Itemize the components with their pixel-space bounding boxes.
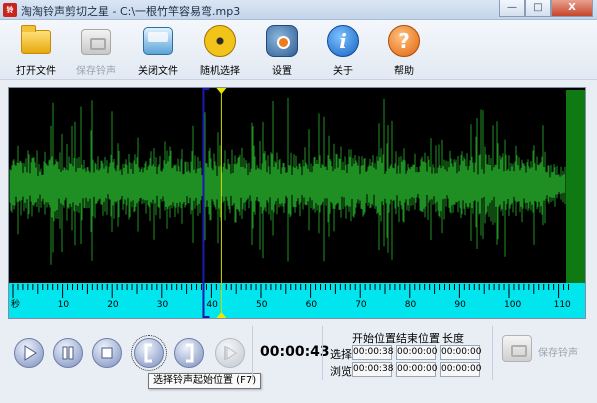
- close-file-button[interactable]: 关闭文件: [128, 24, 188, 77]
- ruler-label: 90: [454, 300, 466, 310]
- stop-button[interactable]: [92, 338, 122, 368]
- ruler-label: 100: [504, 300, 521, 310]
- set-end-button[interactable]: [174, 338, 204, 368]
- ruler-label: 20: [107, 300, 119, 310]
- play-selection-button[interactable]: [215, 338, 245, 368]
- end-position-header: 结束位置: [396, 332, 440, 345]
- app-logo-icon: 铃: [3, 3, 17, 17]
- maximize-button[interactable]: □: [525, 0, 551, 17]
- play-selection-icon: [224, 346, 237, 360]
- close-file-label: 关闭文件: [138, 66, 178, 77]
- waveform-display[interactable]: 秒 10 20 30 40 50 60 70 80 90 100 110: [9, 88, 585, 318]
- play-icon: [24, 345, 37, 361]
- browse-start-field[interactable]: 00:00:38: [352, 362, 393, 377]
- window-icon: [143, 27, 173, 55]
- help-button[interactable]: ? 帮助: [374, 24, 434, 77]
- save-ringtone-button[interactable]: 保存铃声: [500, 330, 590, 370]
- play-button[interactable]: [14, 338, 44, 368]
- save-ringtone-button-label: 保存铃声: [538, 348, 578, 359]
- folder-icon: [21, 25, 51, 54]
- minimize-button[interactable]: —: [499, 0, 525, 17]
- end-of-audio-block: [566, 90, 585, 283]
- about-button[interactable]: i 关于: [313, 24, 373, 77]
- ruler-label: 40: [206, 300, 218, 310]
- ruler-label: 60: [306, 300, 318, 310]
- radiation-icon: [204, 25, 236, 57]
- select-row-label: 选择: [330, 348, 352, 361]
- current-time-display: 00:00:43: [260, 344, 330, 360]
- ruler-label: 110: [554, 300, 571, 310]
- random-select-button[interactable]: 随机选择: [190, 24, 250, 77]
- phone-icon: [502, 335, 532, 362]
- info-icon: i: [327, 25, 359, 57]
- open-file-button[interactable]: 打开文件: [6, 24, 66, 77]
- ruler-unit-label: 秒: [11, 298, 20, 310]
- title-bar: 铃 淘淘铃声剪切之星 - C:\一根竹竿容易弯.mp3 — □ X: [0, 0, 597, 20]
- length-header: 长度: [442, 332, 464, 345]
- ruler-label: 50: [256, 300, 268, 310]
- pause-button[interactable]: [53, 338, 83, 368]
- settings-button[interactable]: 设置: [252, 24, 312, 77]
- save-ringtone-label: 保存铃声: [76, 66, 116, 77]
- close-button[interactable]: X: [551, 0, 593, 17]
- pause-icon: [62, 346, 74, 360]
- separator: [252, 326, 253, 380]
- browse-row-label: 浏览: [330, 365, 352, 378]
- help-icon: ?: [388, 25, 420, 57]
- left-bracket-icon: [144, 343, 152, 363]
- help-label: 帮助: [394, 66, 414, 77]
- ruler-label: 10: [58, 300, 70, 310]
- settings-label: 设置: [272, 66, 292, 77]
- separator: [492, 326, 493, 380]
- ruler-label: 80: [405, 300, 417, 310]
- start-position-header: 开始位置: [352, 332, 396, 345]
- save-ringtone-toolbar-button[interactable]: 保存铃声: [66, 24, 126, 77]
- open-file-label: 打开文件: [16, 66, 56, 77]
- select-length-field[interactable]: 00:00:00: [440, 345, 481, 360]
- stop-icon: [101, 347, 113, 359]
- phone-icon: [81, 29, 111, 55]
- browse-length-field[interactable]: 00:00:00: [440, 362, 481, 377]
- select-end-field[interactable]: 00:00:00: [396, 345, 437, 360]
- window-title: 淘淘铃声剪切之星 - C:\一根竹竿容易弯.mp3: [21, 5, 241, 18]
- settings-icon: [266, 25, 298, 57]
- about-label: 关于: [333, 66, 353, 77]
- tooltip: 选择铃声起始位置 (F7): [148, 373, 262, 389]
- ruler-label: 30: [157, 300, 169, 310]
- ruler-label: 70: [355, 300, 367, 310]
- random-select-label: 随机选择: [200, 66, 240, 77]
- right-bracket-icon: [186, 343, 194, 363]
- select-start-field[interactable]: 00:00:38: [352, 345, 393, 360]
- waveform-panel[interactable]: 秒 10 20 30 40 50 60 70 80 90 100 110: [8, 87, 586, 319]
- browse-end-field[interactable]: 00:00:00: [396, 362, 437, 377]
- separator: [322, 326, 323, 380]
- set-start-button[interactable]: [131, 335, 167, 371]
- main-toolbar: 打开文件 保存铃声 关闭文件 随机选择 设置 i 关于 ? 帮助: [0, 20, 597, 80]
- window-controls: — □ X: [499, 0, 593, 18]
